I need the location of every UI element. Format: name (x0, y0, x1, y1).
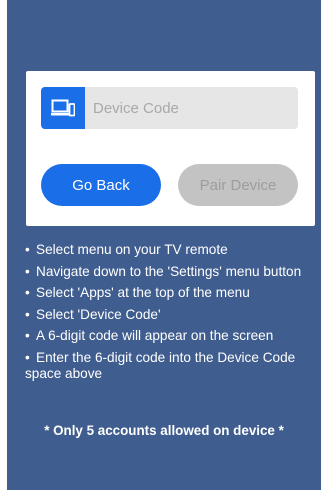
instruction-text: Navigate down to the 'Settings' menu but… (36, 263, 302, 279)
bullet-icon: • (25, 306, 30, 322)
pair-device-button[interactable]: Pair Device (178, 164, 298, 206)
instruction-item: • A 6-digit code will appear on the scree… (25, 328, 320, 345)
bullet-icon: • (25, 285, 30, 300)
instruction-text: Select menu on your TV remote (36, 242, 228, 257)
tv-device-icon (51, 99, 75, 117)
go-back-button[interactable]: Go Back (41, 164, 161, 206)
instruction-item: • Navigate down to the 'Settings' menu bu… (25, 264, 320, 281)
instruction-text: A 6-digit code will appear on the screen (36, 328, 274, 343)
instruction-list: • Select menu on your TV remote • Navigate… (25, 242, 320, 388)
instruction-item: • Select menu on your TV remote (25, 242, 320, 259)
pairing-screen: Go Back Pair Device • Select menu on your… (7, 0, 321, 490)
device-code-input[interactable] (85, 87, 298, 129)
instruction-item: • Enter the 6-digit code into the Device … (25, 350, 320, 383)
device-icon-box (41, 87, 85, 129)
instruction-text: Enter the 6-digit code into the Device C… (25, 349, 296, 382)
instruction-text: Select 'Device Code' (36, 306, 161, 322)
instruction-text: Select 'Apps' at the top of the menu (36, 285, 250, 300)
bullet-icon: • (25, 328, 30, 343)
instruction-item: • Select 'Device Code' (25, 307, 320, 324)
bullet-icon: • (25, 349, 30, 365)
account-limit-note: * Only 5 accounts allowed on device * (44, 423, 284, 438)
bullet-icon: • (25, 242, 30, 257)
instruction-item: • Select 'Apps' at the top of the menu (25, 285, 320, 302)
device-code-field (41, 87, 298, 129)
pairing-card: Go Back Pair Device (26, 71, 315, 226)
bullet-icon: • (25, 263, 30, 279)
